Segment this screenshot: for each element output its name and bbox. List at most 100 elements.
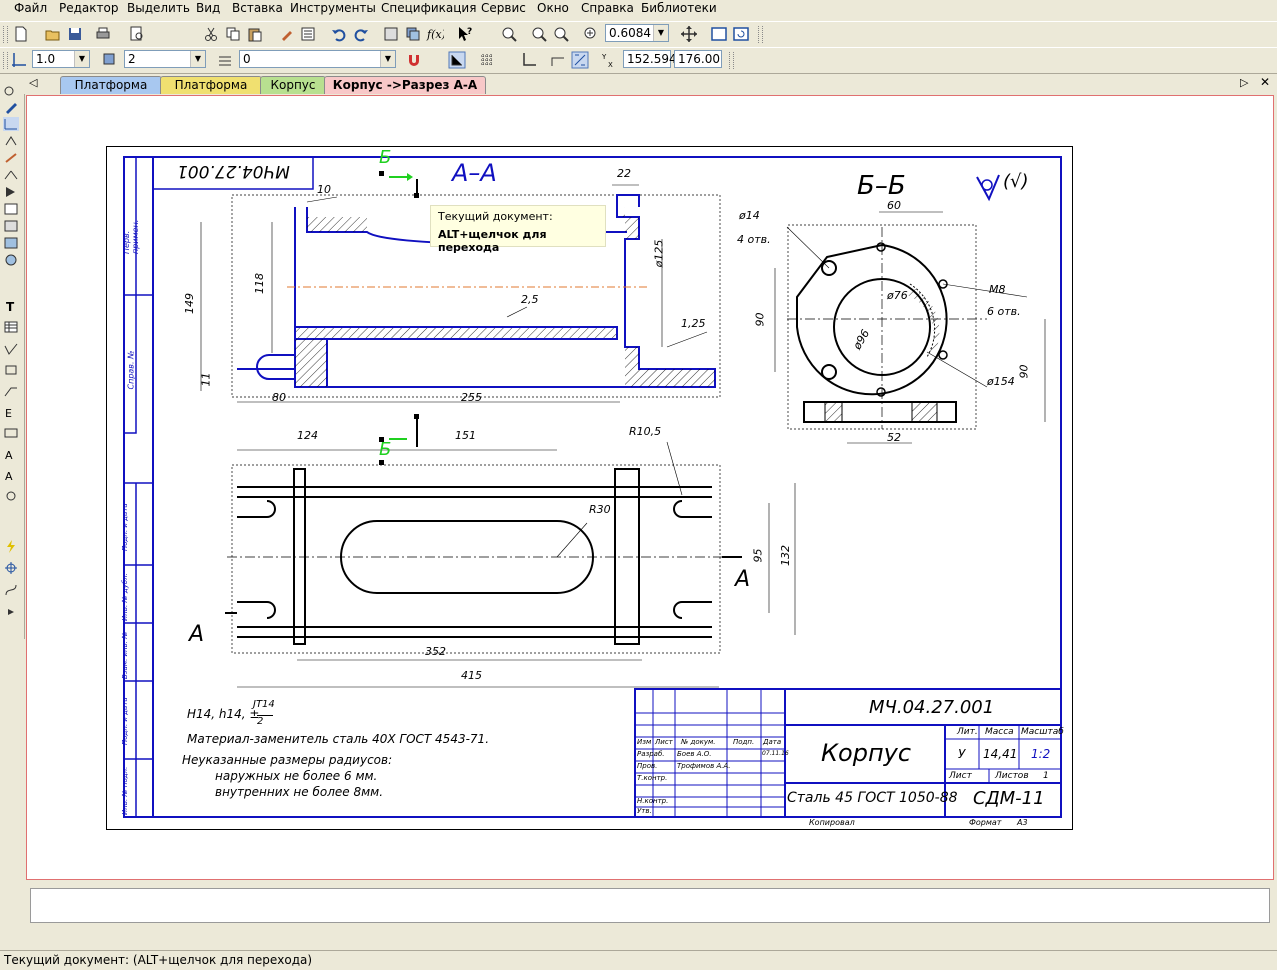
dim-95: 95: [751, 548, 765, 563]
cut-line-icon[interactable]: A: [3, 447, 19, 462]
tab-korpus-razrez[interactable]: Корпус ->Разрез А-А: [324, 76, 486, 94]
cut-icon[interactable]: [202, 25, 220, 43]
menu-specification[interactable]: Спецификация: [381, 1, 476, 15]
toolbar-grip[interactable]: [3, 26, 8, 43]
status-bar: Текущий документ: (ALT+щелчок для перехо…: [0, 950, 1277, 970]
text-icon[interactable]: T: [3, 299, 19, 314]
measure-icon[interactable]: [3, 168, 19, 182]
refresh-icon[interactable]: [732, 25, 750, 43]
ortho-icon[interactable]: [448, 51, 466, 69]
menu-edit[interactable]: Редактор: [59, 1, 118, 15]
coord-x-field[interactable]: 152.594: [623, 50, 677, 68]
grid-icon[interactable]: [478, 51, 496, 69]
view-manager-icon[interactable]: [382, 25, 400, 43]
snap-magnet-icon[interactable]: [405, 51, 423, 69]
insert-fragment-icon[interactable]: [3, 253, 19, 267]
tab-platforma-2[interactable]: Платформа: [160, 76, 262, 94]
toolbar-grip[interactable]: [729, 52, 734, 69]
parametric-icon[interactable]: [571, 51, 589, 69]
menu-libraries[interactable]: Библиотеки: [641, 1, 717, 15]
zoom-window-icon[interactable]: [500, 25, 518, 43]
menu-insert[interactable]: Вставка: [232, 1, 283, 15]
geometry-icon[interactable]: [3, 84, 19, 98]
zoom-in-icon[interactable]: [530, 25, 548, 43]
redo-icon[interactable]: [352, 25, 370, 43]
open-file-icon[interactable]: [44, 25, 62, 43]
tb-utv: Утв.: [637, 807, 652, 815]
table-icon[interactable]: [3, 320, 19, 334]
menu-tools[interactable]: Инструменты: [290, 1, 376, 15]
style-field[interactable]: 0 ▼: [239, 50, 396, 68]
tab-korpus[interactable]: Корпус: [260, 76, 326, 94]
reports-icon[interactable]: [3, 236, 19, 250]
pan-icon[interactable]: [680, 25, 698, 43]
tab-scroll-right-icon[interactable]: ▷: [1240, 76, 1248, 89]
undo-icon[interactable]: [330, 25, 348, 43]
save-icon[interactable]: [66, 25, 84, 43]
zoom-scale-icon[interactable]: [582, 25, 600, 43]
new-file-icon[interactable]: [12, 25, 30, 43]
edit-icon[interactable]: [3, 100, 19, 114]
associative-views-icon[interactable]: [3, 202, 19, 216]
tab-platforma-1[interactable]: Платформа: [60, 76, 162, 94]
show-all-icon[interactable]: [710, 25, 728, 43]
toolbar-grip[interactable]: [3, 52, 8, 69]
chevron-down-icon[interactable]: ▼: [190, 51, 205, 67]
preview-icon[interactable]: [128, 25, 146, 43]
leader-icon[interactable]: [3, 384, 19, 398]
formula-icon[interactable]: f(x): [426, 25, 446, 43]
view-arrow-icon[interactable]: A: [3, 468, 19, 483]
layers-icon[interactable]: [404, 25, 422, 43]
paste-icon[interactable]: [246, 25, 264, 43]
spec-icon[interactable]: [3, 219, 19, 233]
zoom-out-icon[interactable]: [552, 25, 570, 43]
svg-text:f(x): f(x): [426, 28, 444, 41]
zoom-field[interactable]: 0.6084 ▼: [605, 24, 669, 42]
roughness-icon[interactable]: [3, 342, 19, 356]
style-icon[interactable]: [216, 51, 234, 69]
menu-bar: Файл Редактор Выделить Вид Вставка Инстр…: [0, 0, 1277, 18]
toolbar-grip[interactable]: [758, 26, 763, 43]
line-scale-field[interactable]: 1.0 ▼: [32, 50, 90, 68]
center-mark-icon[interactable]: [3, 489, 19, 503]
position-icon[interactable]: E: [3, 405, 19, 420]
chevron-down-icon[interactable]: ▼: [74, 51, 89, 67]
properties-icon[interactable]: [299, 25, 317, 43]
curve-icon[interactable]: [3, 583, 19, 597]
target-icon[interactable]: [3, 561, 19, 575]
drawing-canvas[interactable]: МЧ04.27.001 А–А Б Б Б–Б (√) А А 10 22 ø1…: [26, 95, 1274, 880]
help-pointer-icon[interactable]: ?: [456, 25, 474, 43]
print-icon[interactable]: [94, 25, 112, 43]
dim-255: 255: [461, 391, 482, 404]
expand-arrow-icon[interactable]: [3, 605, 19, 619]
lightning-icon[interactable]: [3, 539, 19, 553]
select-icon[interactable]: [3, 185, 19, 199]
copy-icon[interactable]: [224, 25, 242, 43]
coord-y-field[interactable]: 176.00: [674, 50, 722, 68]
layer-icon[interactable]: [101, 51, 119, 69]
menu-help[interactable]: Справка: [581, 1, 634, 15]
base-icon[interactable]: [3, 363, 19, 377]
close-document-icon[interactable]: ✕: [1260, 75, 1270, 89]
chevron-down-icon[interactable]: ▼: [653, 25, 668, 41]
local-cs-icon[interactable]: [520, 51, 538, 69]
format-painter-icon[interactable]: [278, 25, 296, 43]
property-panel[interactable]: [30, 888, 1270, 923]
note-radii: Неуказанные размеры радиусов:: [182, 753, 393, 767]
status-text: Текущий документ: (ALT+щелчок для перехо…: [4, 953, 313, 967]
snap-point-icon[interactable]: [10, 51, 28, 69]
menu-view[interactable]: Вид: [196, 1, 220, 15]
designations-icon[interactable]: [3, 134, 19, 148]
round-icon[interactable]: [549, 51, 567, 69]
tolerance-icon[interactable]: [3, 426, 19, 440]
parameterization-icon[interactable]: [3, 151, 19, 165]
dimensions-icon[interactable]: [3, 117, 19, 131]
tab-scroll-left-icon[interactable]: ◁: [29, 76, 37, 89]
menu-file[interactable]: Файл: [14, 1, 47, 15]
side-label-inv-dubl: Инв. № дубл.: [121, 573, 129, 621]
layer-field[interactable]: 2 ▼: [124, 50, 206, 68]
menu-service[interactable]: Сервис: [481, 1, 526, 15]
menu-select[interactable]: Выделить: [127, 1, 190, 15]
chevron-down-icon[interactable]: ▼: [380, 51, 395, 67]
menu-window[interactable]: Окно: [537, 1, 569, 15]
